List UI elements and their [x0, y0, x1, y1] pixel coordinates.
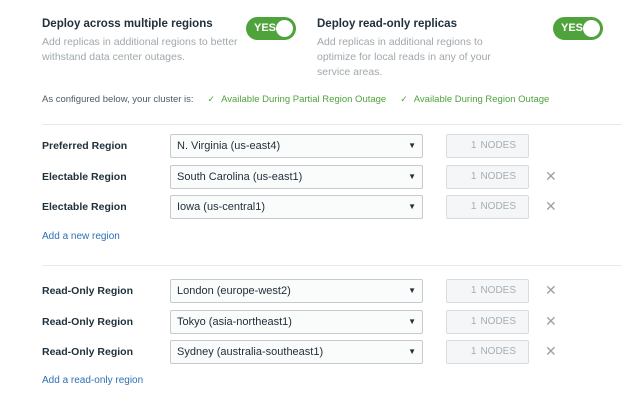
nodes-count: 1: [470, 316, 477, 327]
divider: [42, 124, 622, 125]
region-row-electable-1: Electable Region South Carolina (us-east…: [42, 165, 622, 189]
dropdown-arrow-icon: ▼: [408, 347, 416, 356]
read-only-toggle[interactable]: YES: [553, 17, 603, 40]
status-partial-outage: Available During Partial Region Outage: [221, 94, 387, 105]
multi-region-option: Deploy across multiple regions Add repli…: [42, 18, 242, 65]
close-icon[interactable]: ✕: [545, 343, 557, 359]
divider: [42, 265, 622, 266]
status-region-outage: Available During Region Outage: [413, 94, 550, 105]
region-row-electable-2: Electable Region Iowa (us-central1) ▼ 1N…: [42, 195, 622, 219]
nodes-count: 1: [470, 201, 477, 212]
region-select-value: Sydney (australia-southeast1): [177, 346, 324, 358]
toggle-knob: [276, 20, 293, 37]
nodes-input[interactable]: 1 NODES: [446, 279, 529, 303]
dropdown-arrow-icon: ▼: [408, 202, 416, 211]
region-select-value: N. Virginia (us-east4): [177, 140, 281, 152]
nodes-input[interactable]: 1 NODES: [446, 340, 529, 364]
nodes-count: 1: [470, 285, 477, 296]
nodes-input[interactable]: 1 NODES: [446, 195, 529, 219]
region-select-value: Tokyo (asia-northeast1): [177, 316, 292, 328]
close-icon[interactable]: ✕: [545, 198, 557, 214]
nodes-unit: NODES: [480, 140, 516, 151]
nodes-input[interactable]: 1 NODES: [446, 165, 529, 189]
region-row-preferred: Preferred Region N. Virginia (us-east4) …: [42, 134, 622, 158]
region-select[interactable]: Sydney (australia-southeast1) ▼: [170, 340, 423, 364]
check-icon: ✓: [207, 94, 216, 104]
row-label: Read-Only Region: [42, 285, 134, 297]
row-label: Read-Only Region: [42, 346, 134, 358]
nodes-input[interactable]: 1 NODES: [446, 310, 529, 334]
row-label: Read-Only Region: [42, 316, 134, 328]
nodes-input[interactable]: 1 NODES: [446, 134, 529, 158]
add-region-link[interactable]: Add a new region: [42, 231, 120, 242]
nodes-unit: NODES: [480, 285, 516, 296]
region-select[interactable]: London (europe-west2) ▼: [170, 279, 423, 303]
multi-region-title: Deploy across multiple regions: [42, 18, 213, 30]
region-select-value: London (europe-west2): [177, 285, 291, 297]
multi-region-toggle-label: YES: [254, 22, 277, 34]
nodes-unit: NODES: [480, 201, 516, 212]
dropdown-arrow-icon: ▼: [408, 141, 416, 150]
cluster-status: As configured below, your cluster is: ✓ …: [42, 94, 549, 105]
dropdown-arrow-icon: ▼: [408, 172, 416, 181]
region-select[interactable]: Tokyo (asia-northeast1) ▼: [170, 310, 423, 334]
region-select-value: South Carolina (us-east1): [177, 171, 303, 183]
toggle-knob: [583, 20, 600, 37]
multi-region-description: Add replicas in additional regions to be…: [42, 36, 238, 63]
region-row-readonly-3: Read-Only Region Sydney (australia-south…: [42, 340, 622, 364]
region-row-readonly-1: Read-Only Region London (europe-west2) ▼…: [42, 279, 622, 303]
close-icon[interactable]: ✕: [545, 313, 557, 329]
multi-region-toggle[interactable]: YES: [246, 17, 296, 40]
region-select[interactable]: N. Virginia (us-east4) ▼: [170, 134, 423, 158]
nodes-count: 1: [470, 171, 477, 182]
close-icon[interactable]: ✕: [545, 168, 557, 184]
row-label: Electable Region: [42, 201, 127, 213]
dropdown-arrow-icon: ▼: [408, 286, 416, 295]
read-only-option: Deploy read-only replicas Add replicas i…: [317, 18, 517, 80]
region-select[interactable]: South Carolina (us-east1) ▼: [170, 165, 423, 189]
nodes-unit: NODES: [480, 316, 516, 327]
region-select[interactable]: Iowa (us-central1) ▼: [170, 195, 423, 219]
row-label: Electable Region: [42, 171, 127, 183]
row-label: Preferred Region: [42, 140, 128, 152]
region-row-readonly-2: Read-Only Region Tokyo (asia-northeast1)…: [42, 310, 622, 334]
dropdown-arrow-icon: ▼: [408, 317, 416, 326]
add-read-only-region-link[interactable]: Add a read-only region: [42, 375, 143, 386]
status-intro: As configured below, your cluster is:: [42, 94, 194, 105]
nodes-unit: NODES: [480, 171, 516, 182]
read-only-toggle-label: YES: [561, 22, 584, 34]
nodes-count: 1: [470, 346, 477, 357]
nodes-count: 1: [470, 140, 477, 151]
nodes-unit: NODES: [480, 346, 516, 357]
check-icon: ✓: [400, 94, 408, 104]
close-icon[interactable]: ✕: [545, 282, 557, 298]
region-select-value: Iowa (us-central1): [177, 201, 266, 213]
read-only-title: Deploy read-only replicas: [317, 18, 457, 30]
read-only-description: Add replicas in additional regions to op…: [317, 36, 491, 78]
